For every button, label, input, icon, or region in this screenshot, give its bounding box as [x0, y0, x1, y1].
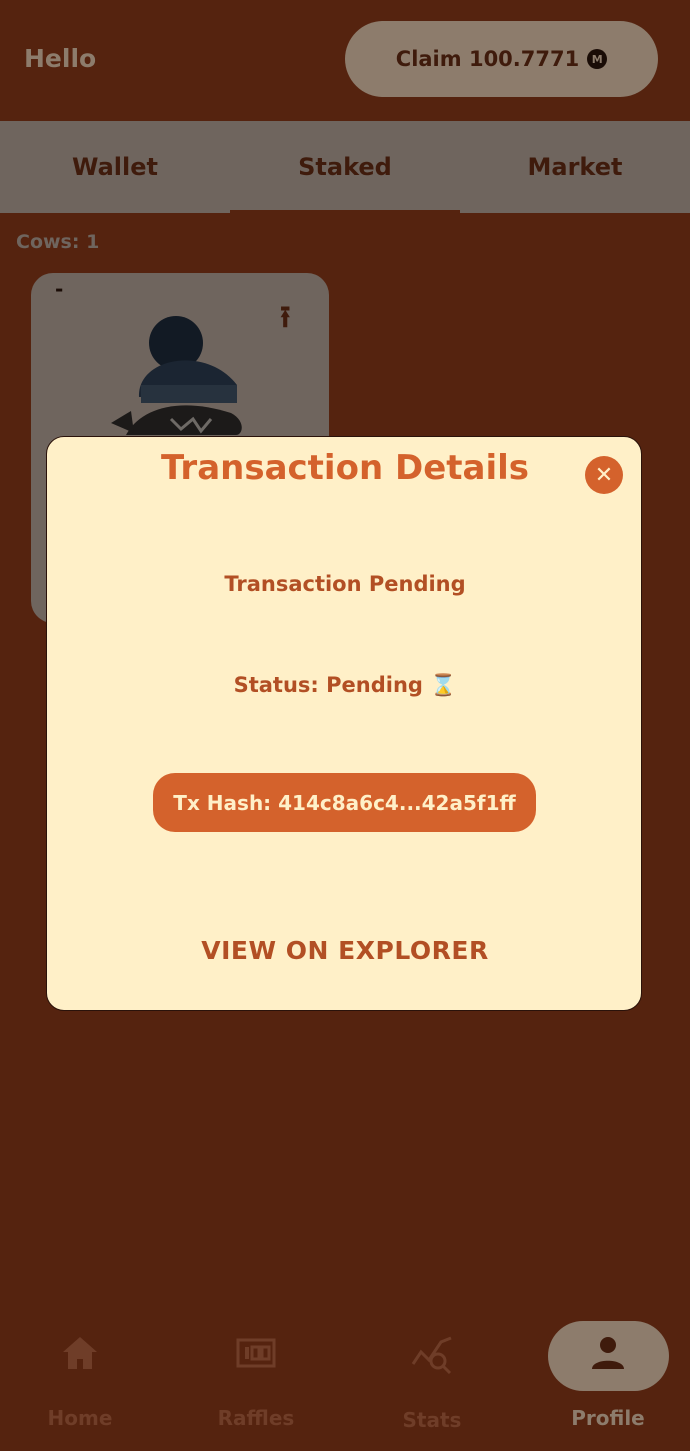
tab-staked[interactable]: Staked: [230, 121, 460, 213]
tab-wallet[interactable]: Wallet: [0, 121, 230, 213]
nav-raffles[interactable]: Raffles: [196, 1310, 316, 1430]
nav-label-home: Home: [47, 1406, 113, 1430]
transaction-modal: [46, 436, 642, 1011]
app-header: Hello Claim 100.7771 M: [0, 0, 690, 120]
claim-button[interactable]: Claim 100.7771 M: [345, 21, 658, 97]
claim-label: Claim 100.7771: [395, 47, 580, 71]
nav-profile[interactable]: Profile: [548, 1310, 668, 1430]
tab-market[interactable]: Market: [460, 121, 690, 213]
nav-label-stats: Stats: [402, 1408, 462, 1432]
transaction-pending-text: Transaction Pending: [224, 572, 466, 596]
nav-label-raffles: Raffles: [217, 1406, 295, 1430]
user-icon: [590, 1334, 626, 1372]
bottom-nav: Home Raffles Stats Profile: [0, 1310, 690, 1451]
view-on-explorer-link[interactable]: VIEW ON EXPLORER: [0, 936, 690, 965]
cow-face: [126, 405, 242, 435]
tx-hash-button[interactable]: Tx Hash: 414c8a6c4...42a5f1ff: [153, 773, 536, 832]
close-icon[interactable]: ✕: [585, 456, 623, 494]
nav-home[interactable]: Home: [20, 1310, 140, 1430]
cows-count: Cows: 1: [16, 231, 100, 253]
nav-stats[interactable]: Stats: [372, 1310, 492, 1432]
chart-search-icon: [411, 1334, 453, 1374]
tab-bar: Wallet Staked Market: [0, 121, 690, 213]
greeting-text: Hello: [24, 44, 97, 73]
status-text: Status: Pending ⌛: [233, 673, 457, 697]
nav-label-profile: Profile: [571, 1406, 645, 1430]
home-icon: [61, 1334, 99, 1372]
ticket-icon: [236, 1334, 276, 1372]
coin-icon: M: [587, 49, 608, 69]
